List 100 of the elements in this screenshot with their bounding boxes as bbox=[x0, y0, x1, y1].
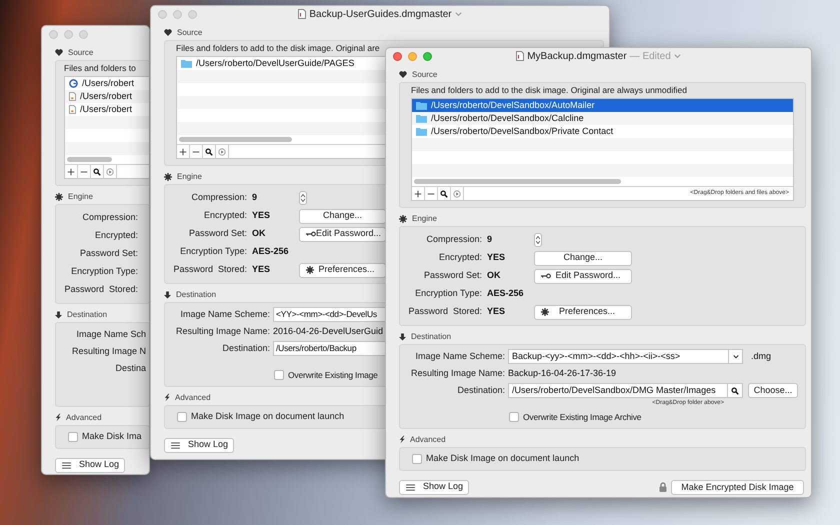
section-heading: Advanced bbox=[66, 412, 102, 424]
section-heading: Engine bbox=[68, 190, 93, 202]
key-icon bbox=[306, 231, 316, 237]
push-button[interactable]: Edit Password... bbox=[534, 268, 632, 284]
section-heading: Engine bbox=[177, 170, 202, 182]
field-label: Password Set: bbox=[188, 227, 247, 240]
search-icon bbox=[731, 386, 739, 394]
close-button[interactable] bbox=[393, 52, 402, 60]
field-label: Password Stored: bbox=[172, 263, 247, 276]
folder-icon bbox=[416, 127, 427, 136]
field-label: Image Name Sch bbox=[75, 328, 146, 341]
section-heading: Source bbox=[412, 68, 438, 80]
field-label: Resulting Image N bbox=[70, 344, 146, 358]
play-circle-icon bbox=[218, 148, 226, 156]
heart-icon bbox=[164, 29, 172, 36]
document-icon bbox=[69, 105, 76, 114]
bolt-icon bbox=[164, 393, 170, 402]
field-value: YES bbox=[252, 263, 272, 276]
checkbox-label: Overwrite Existing Image bbox=[288, 368, 378, 382]
field-label: Destina bbox=[114, 362, 146, 375]
gear-icon bbox=[399, 214, 407, 222]
checkbox-label: Make Disk Ima bbox=[82, 430, 142, 444]
play-circle-icon bbox=[453, 190, 461, 198]
chevron-down-icon bbox=[732, 354, 738, 358]
remove-button[interactable] bbox=[425, 187, 438, 200]
up-down-arrows-icon bbox=[536, 236, 540, 244]
checkbox[interactable] bbox=[274, 370, 284, 380]
search-button[interactable] bbox=[91, 165, 104, 178]
field-value: 9 bbox=[252, 191, 258, 204]
field-label: Password Stored: bbox=[407, 305, 482, 318]
field-label: Compression: bbox=[81, 211, 138, 224]
heart-icon bbox=[399, 71, 407, 78]
make-disk-image-button[interactable]: Make Encrypted Disk Image bbox=[671, 480, 804, 494]
stepper[interactable] bbox=[534, 233, 542, 247]
push-button[interactable]: Preferences... bbox=[299, 262, 386, 278]
field-label: Password Set: bbox=[78, 247, 138, 260]
document-icon bbox=[69, 92, 76, 101]
minimize-button[interactable] bbox=[408, 52, 417, 60]
field-value: Backup-16-04-26-17-36-19 bbox=[508, 366, 616, 380]
remove-button[interactable] bbox=[78, 165, 91, 178]
section-heading: Advanced bbox=[175, 392, 211, 404]
search-button[interactable] bbox=[438, 187, 451, 200]
scrollbar-thumb[interactable] bbox=[67, 157, 112, 162]
text-field[interactable]: /Users/roberto/Backup bbox=[273, 341, 386, 356]
choose-button[interactable]: Choose... bbox=[748, 383, 798, 398]
section-heading: Advanced bbox=[410, 434, 446, 446]
field-label: Resulting Image Name: bbox=[410, 366, 505, 380]
push-button[interactable]: Preferences... bbox=[534, 304, 632, 320]
field-value: OK bbox=[487, 269, 502, 282]
path-field[interactable]: /Users/roberto/DevelSandbox/DMG Master/Images bbox=[508, 383, 728, 398]
minimize-button[interactable] bbox=[64, 30, 73, 38]
section-heading: Destination bbox=[176, 288, 216, 300]
gear-icon bbox=[306, 266, 314, 274]
search-button[interactable] bbox=[728, 383, 743, 398]
scrollbar-thumb[interactable] bbox=[179, 137, 292, 142]
file-row[interactable]: /Users/robert bbox=[65, 90, 149, 103]
field-label: Compression: bbox=[190, 191, 247, 204]
field-label: Resulting Image Name: bbox=[174, 324, 270, 338]
gear-icon bbox=[55, 192, 63, 200]
search-button[interactable] bbox=[203, 145, 216, 158]
remove-button[interactable] bbox=[190, 145, 203, 158]
plus-icon bbox=[67, 168, 75, 176]
down-arrow-icon bbox=[55, 310, 62, 318]
file-row[interactable]: /Users/roberto/DevelSandbox/AutoMailer bbox=[412, 99, 793, 112]
play-circle-icon bbox=[106, 168, 114, 176]
add-button[interactable] bbox=[177, 145, 190, 158]
field-label: Image Name Scheme: bbox=[414, 350, 505, 363]
field-value: YES bbox=[487, 305, 506, 318]
checkbox[interactable] bbox=[68, 432, 78, 442]
file-row[interactable]: /Users/roberto/DevelSandbox/Calcline bbox=[412, 112, 793, 125]
search-icon bbox=[93, 168, 101, 176]
search-icon bbox=[205, 148, 213, 156]
push-button[interactable]: Change... bbox=[299, 208, 386, 224]
show-log-button[interactable]: Show Log bbox=[55, 458, 125, 472]
add-button[interactable] bbox=[412, 187, 425, 200]
zoom-button[interactable] bbox=[79, 30, 88, 38]
app-icon bbox=[69, 79, 78, 88]
combo-box[interactable]: Backup-<yy>-<mm>-<dd>-<hh>-<ii>-<ss> bbox=[508, 349, 743, 364]
list-icon bbox=[171, 442, 180, 448]
section-heading: Source bbox=[177, 26, 202, 38]
close-button[interactable] bbox=[158, 10, 167, 18]
checkbox-label: Make Disk Image on document launch bbox=[191, 410, 344, 424]
add-button[interactable] bbox=[65, 165, 78, 178]
zoom-button[interactable] bbox=[423, 52, 432, 60]
checkbox[interactable] bbox=[177, 412, 187, 422]
scrollbar-thumb[interactable] bbox=[414, 179, 622, 184]
section-heading: Destination bbox=[67, 308, 108, 320]
stepper[interactable] bbox=[299, 191, 307, 205]
close-button[interactable] bbox=[49, 30, 58, 38]
zoom-button[interactable] bbox=[188, 10, 197, 18]
checkbox[interactable] bbox=[412, 454, 422, 464]
show-log-button[interactable]: Show Log bbox=[399, 480, 469, 494]
field-value: OK bbox=[252, 227, 266, 240]
push-button[interactable]: Change... bbox=[534, 250, 632, 266]
show-log-button[interactable]: Show Log bbox=[164, 438, 234, 452]
minimize-button[interactable] bbox=[173, 10, 182, 18]
checkbox[interactable] bbox=[509, 412, 519, 422]
push-button[interactable]: Edit Password... bbox=[299, 226, 386, 242]
text-field[interactable]: <YY>-<mm>-<dd>-DevelUs bbox=[273, 307, 386, 322]
field-label: Destination: bbox=[221, 342, 270, 355]
